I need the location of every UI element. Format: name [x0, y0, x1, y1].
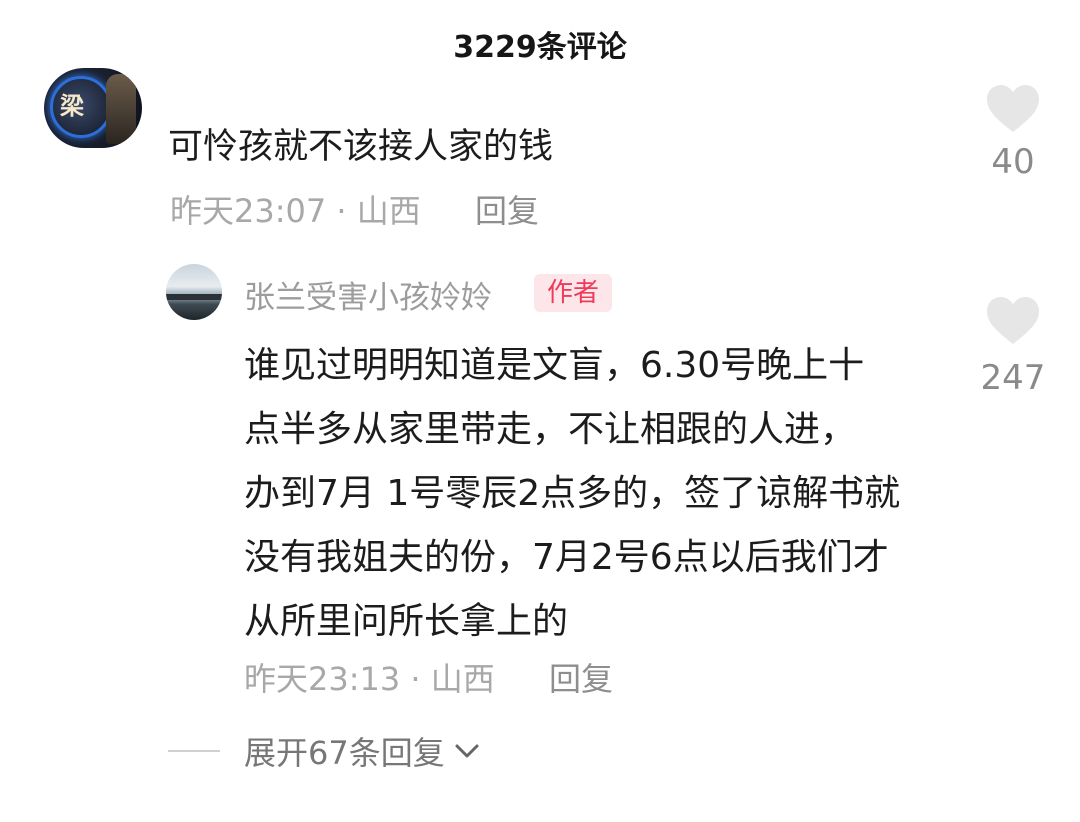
avatar-logo-glyph: 梁: [60, 91, 84, 120]
comment-meta: 昨天23:13 · 山西 回复: [244, 654, 613, 700]
comment-time: 昨天23:07: [170, 192, 327, 230]
comment-text[interactable]: 谁见过明明知道是文盲，6.30号晚上十 点半多从家里带走，不让相跟的人进， 办到…: [244, 334, 974, 654]
like-heart-icon[interactable]: [985, 84, 1041, 134]
expand-replies-button[interactable]: 展开67条回复: [168, 728, 481, 774]
comment-meta: 昨天23:07 · 山西 回复: [170, 186, 539, 232]
comment-location: 山西: [430, 660, 495, 698]
like-heart-icon[interactable]: [985, 296, 1041, 346]
expand-replies-label: 展开67条回复: [244, 734, 445, 772]
like-count: 40: [991, 142, 1035, 182]
author-badge: 作者: [534, 274, 612, 312]
comment-text-line: 没有我姐夫的份，7月2号6点以后我们才: [244, 537, 889, 578]
comment-text-line: 点半多从家里带走，不让相跟的人进，: [244, 409, 857, 450]
comment-text-line: 办到7月 1号零辰2点多的，签了谅解书就: [244, 473, 901, 514]
avatar-landscape-decoration: [166, 294, 222, 300]
like-count: 247: [980, 358, 1046, 398]
meta-separator: ·: [410, 660, 431, 698]
divider-line: [168, 750, 220, 752]
meta-separator: ·: [336, 192, 357, 230]
reply-button[interactable]: 回复: [549, 660, 613, 698]
comment-location: 山西: [356, 192, 421, 230]
avatar-figure-decoration: [106, 74, 136, 144]
comments-header-title: 3229条评论: [453, 30, 627, 65]
reply-button[interactable]: 回复: [475, 192, 539, 230]
username[interactable]: 张兰受害小孩姈姈: [244, 272, 492, 317]
avatar[interactable]: [166, 264, 222, 320]
avatar[interactable]: 梁: [44, 68, 142, 148]
comment-text-line: 从所里问所长拿上的: [244, 601, 569, 642]
comment-text-line: 谁见过明明知道是文盲，6.30号晚上十: [244, 345, 865, 386]
comment-time: 昨天23:13: [244, 660, 401, 698]
comment-text[interactable]: 可怜孩就不该接人家的钱: [168, 118, 553, 169]
chevron-down-icon: [455, 744, 479, 758]
